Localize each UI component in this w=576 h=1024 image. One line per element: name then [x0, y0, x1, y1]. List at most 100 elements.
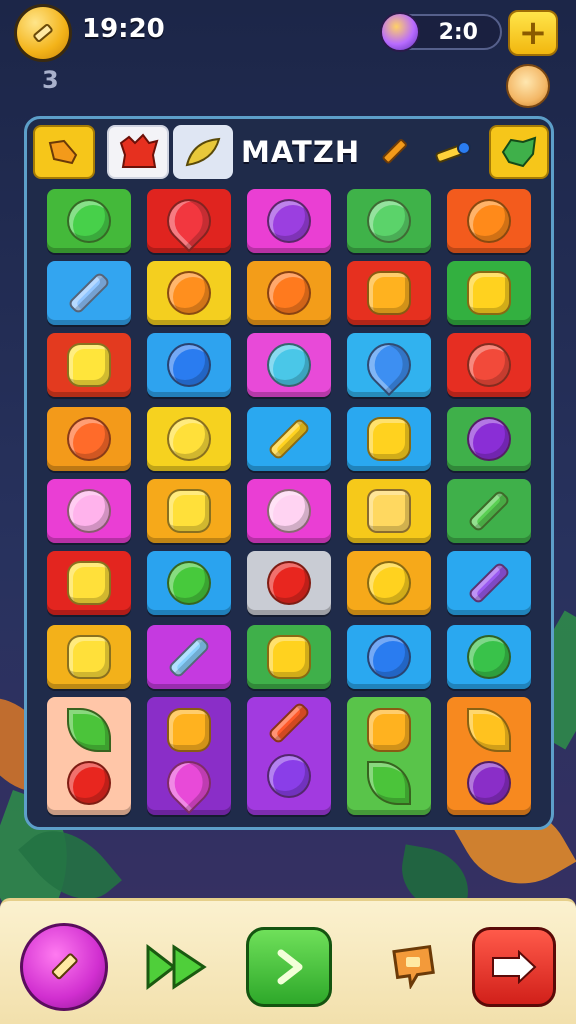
star-face-icon	[67, 561, 111, 605]
game-tile[interactable]	[247, 551, 331, 615]
clock-time: 19:20	[82, 14, 165, 44]
game-tile[interactable]	[47, 625, 131, 689]
green-ball-icon	[67, 199, 111, 243]
game-tile[interactable]	[347, 697, 431, 815]
blue-ball-icon	[167, 343, 211, 387]
game-tile[interactable]	[247, 189, 331, 253]
teapot-icon	[267, 343, 311, 387]
leaf-icon	[367, 760, 411, 805]
heart-icon	[157, 189, 221, 253]
star-burst-icon	[267, 635, 311, 679]
game-tile[interactable]	[447, 261, 531, 325]
pink-cat-icon	[67, 489, 111, 533]
game-tile[interactable]	[47, 697, 131, 815]
sun-face-icon	[367, 417, 411, 461]
fast-forward-icon	[146, 943, 207, 991]
pencil-button[interactable]	[20, 923, 108, 1011]
pink-cat-icon	[267, 489, 311, 533]
yellow-ball-icon	[367, 561, 411, 605]
potion-icon	[67, 271, 111, 315]
game-tile[interactable]	[47, 551, 131, 615]
apple-icon	[67, 760, 111, 805]
game-tile[interactable]	[247, 625, 331, 689]
game-tile[interactable]	[47, 333, 131, 397]
green-creature-icon	[367, 199, 411, 243]
gem-icon	[380, 12, 420, 52]
pencil-icon	[51, 953, 78, 980]
game-tile[interactable]	[47, 479, 131, 543]
game-tile[interactable]	[147, 407, 231, 471]
arrow-right-icon	[492, 950, 537, 984]
game-tile[interactable]	[447, 407, 531, 471]
game-tile[interactable]	[447, 697, 531, 815]
blue-heart-icon	[357, 333, 421, 397]
game-tile[interactable]	[347, 333, 431, 397]
medal-icon[interactable]	[506, 64, 550, 108]
apple-icon	[267, 561, 311, 605]
top-hud: 19:20 3 2:0 +	[0, 0, 576, 110]
game-tile[interactable]	[447, 625, 531, 689]
star-face-icon	[67, 343, 111, 387]
lemon-icon	[167, 417, 211, 461]
sun-face-icon	[67, 635, 111, 679]
bottom-toolbar	[0, 898, 576, 1024]
star-burst-icon	[367, 707, 411, 752]
sun-face-icon	[367, 271, 411, 315]
leaf-icon	[67, 707, 111, 752]
orange-icon	[267, 271, 311, 315]
game-tile[interactable]	[347, 189, 431, 253]
level-number: 3	[42, 66, 59, 94]
sword-icon	[167, 635, 211, 679]
game-tile[interactable]	[347, 551, 431, 615]
add-currency-button[interactable]: +	[508, 10, 558, 56]
star-burst-icon	[467, 271, 511, 315]
game-tile[interactable]	[147, 261, 231, 325]
game-tile[interactable]	[247, 333, 331, 397]
coin-icon[interactable]	[14, 4, 72, 62]
game-tile[interactable]	[347, 479, 431, 543]
game-tile[interactable]	[447, 333, 531, 397]
game-tile[interactable]	[147, 479, 231, 543]
game-tile[interactable]	[47, 407, 131, 471]
orange-monster-icon	[67, 417, 111, 461]
game-tile[interactable]	[247, 479, 331, 543]
game-tile[interactable]	[147, 333, 231, 397]
star-icon	[167, 489, 211, 533]
plum-icon	[267, 753, 311, 798]
game-tile[interactable]	[247, 697, 331, 815]
game-tile[interactable]	[447, 479, 531, 543]
game-tile[interactable]	[247, 407, 331, 471]
eggplant-icon	[467, 760, 511, 805]
purple-ball-icon	[467, 417, 511, 461]
game-tile[interactable]	[47, 261, 131, 325]
game-tile[interactable]	[447, 189, 531, 253]
game-tile[interactable]	[247, 261, 331, 325]
play-button[interactable]	[246, 927, 332, 1007]
red-monster-icon	[467, 343, 511, 387]
back-button[interactable]	[472, 927, 556, 1007]
pencil-icon	[33, 23, 53, 43]
blue-ball-icon	[367, 635, 411, 679]
fast-forward-button[interactable]	[144, 941, 210, 993]
chevron-right-icon	[277, 949, 303, 985]
heart-icon	[157, 751, 221, 814]
game-tile[interactable]	[147, 551, 231, 615]
hint-button[interactable]	[388, 939, 440, 991]
orange-icon	[467, 199, 511, 243]
green-pencil-icon	[467, 489, 511, 533]
orange-icon	[167, 271, 211, 315]
game-tile[interactable]	[347, 407, 431, 471]
carrot-icon	[267, 700, 311, 745]
game-tile[interactable]	[147, 625, 231, 689]
swirl-icon	[467, 635, 511, 679]
purple-pencil-icon	[467, 561, 511, 605]
pencil-icon	[267, 417, 311, 461]
game-tile[interactable]	[347, 625, 431, 689]
game-tile[interactable]	[47, 189, 131, 253]
leaf-icon	[467, 707, 511, 752]
planet-icon	[267, 199, 311, 243]
game-tile[interactable]	[447, 551, 531, 615]
game-tile[interactable]	[147, 189, 231, 253]
game-tile[interactable]	[147, 697, 231, 815]
game-tile[interactable]	[347, 261, 431, 325]
